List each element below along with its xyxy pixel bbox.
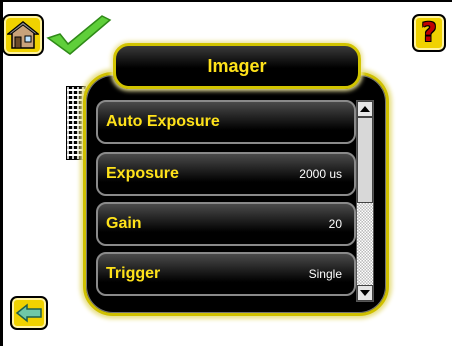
back-arrow-icon bbox=[15, 303, 42, 323]
scroll-down-button[interactable] bbox=[357, 285, 373, 301]
arrow-down-icon bbox=[360, 290, 370, 296]
menu-item-value: Single bbox=[308, 267, 342, 281]
menu-item-label: Exposure bbox=[106, 165, 179, 182]
menu-item-label: Gain bbox=[106, 215, 142, 232]
menu-item-value: 2000 us bbox=[299, 167, 342, 181]
home-button[interactable] bbox=[2, 14, 44, 56]
menu-item-gain[interactable]: Gain 20 bbox=[96, 202, 356, 246]
menu-item-label: Auto Exposure bbox=[106, 113, 220, 130]
menu-item-label: Trigger bbox=[106, 265, 161, 282]
menu-item-trigger[interactable]: Trigger Single bbox=[96, 252, 356, 296]
scroll-up-button[interactable] bbox=[357, 101, 373, 117]
frame-border-top bbox=[0, 0, 452, 2]
menu-item-exposure[interactable]: Exposure 2000 us bbox=[96, 152, 356, 196]
home-icon bbox=[7, 21, 39, 49]
help-icon: ? bbox=[421, 18, 437, 48]
menu-item-value: 20 bbox=[328, 217, 342, 231]
panel-title-tab: Imager bbox=[113, 43, 361, 89]
back-button[interactable] bbox=[10, 296, 48, 330]
help-button[interactable]: ? bbox=[412, 14, 446, 52]
checkmark-icon bbox=[46, 15, 112, 55]
menu-item-auto-exposure[interactable]: Auto Exposure bbox=[96, 100, 356, 144]
scrollbar-thumb[interactable] bbox=[357, 117, 373, 203]
page-title: Imager bbox=[207, 55, 267, 76]
arrow-up-icon bbox=[360, 106, 370, 112]
